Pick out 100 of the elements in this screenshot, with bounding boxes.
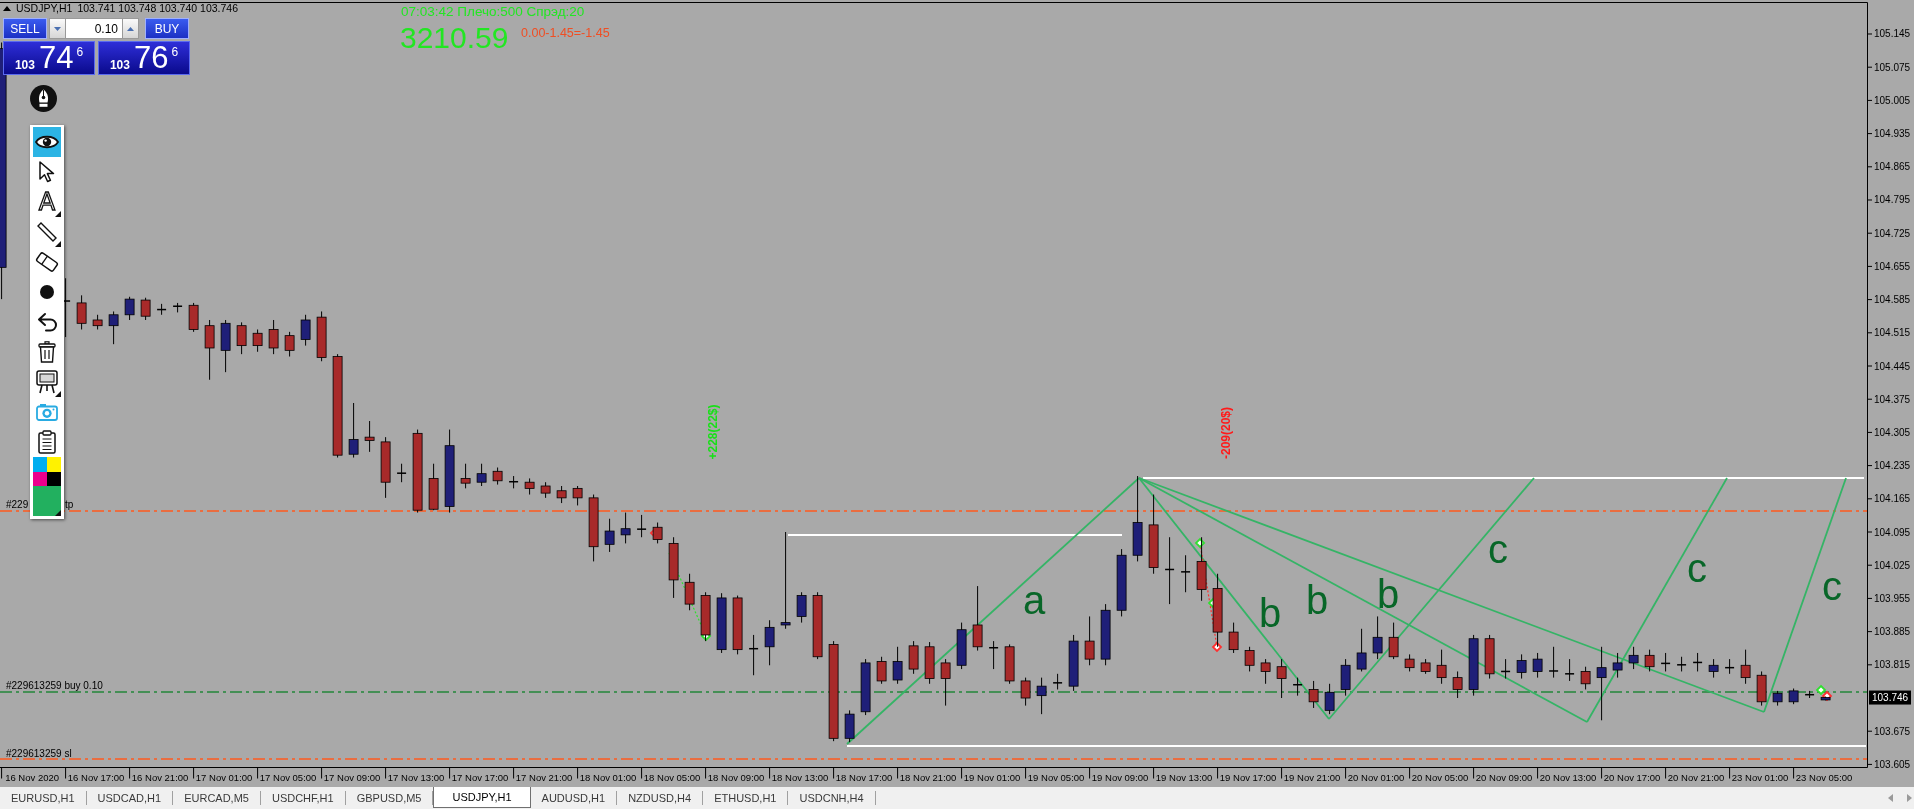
candle bbox=[1484, 634, 1495, 680]
candle bbox=[796, 591, 807, 624]
price-label: 104.375 bbox=[1874, 393, 1911, 405]
color-swatch[interactable] bbox=[33, 457, 47, 472]
candle bbox=[1772, 690, 1783, 707]
time-label: 20 Nov 17:00 bbox=[1603, 772, 1661, 783]
candle bbox=[1165, 536, 1175, 605]
time-label: 19 Nov 17:00 bbox=[1219, 772, 1277, 783]
candle bbox=[1196, 536, 1207, 602]
candle bbox=[300, 314, 311, 347]
time-label: 20 Nov 05:00 bbox=[1411, 772, 1469, 783]
candle bbox=[764, 619, 775, 666]
current-color-swatch[interactable] bbox=[33, 486, 61, 516]
easel-tool-button[interactable] bbox=[33, 367, 61, 397]
candle bbox=[1708, 658, 1719, 679]
text-tool-button[interactable]: A bbox=[33, 187, 61, 217]
price-label: 105.005 bbox=[1874, 94, 1911, 106]
candle bbox=[173, 302, 183, 313]
price-label: 104.095 bbox=[1874, 526, 1911, 538]
price-label: 104.165 bbox=[1874, 493, 1911, 505]
symbol-tab[interactable]: NZDUSD,H4 bbox=[617, 791, 704, 805]
price-label: 103.885 bbox=[1874, 626, 1911, 638]
candle bbox=[1053, 673, 1063, 690]
candle bbox=[1244, 646, 1255, 672]
candle bbox=[1324, 683, 1335, 715]
symbol-tab[interactable]: USDJPY,H1 bbox=[433, 787, 531, 808]
candle bbox=[684, 573, 695, 611]
sell-button[interactable]: SELL bbox=[3, 18, 47, 39]
candle bbox=[1661, 652, 1671, 672]
eye-icon bbox=[35, 134, 59, 150]
wave-label: a bbox=[1022, 578, 1046, 622]
candle bbox=[1372, 615, 1383, 660]
candle bbox=[509, 475, 519, 489]
color-swatch[interactable] bbox=[47, 472, 61, 486]
price-label: 104.585 bbox=[1874, 294, 1911, 306]
candle bbox=[492, 467, 503, 486]
chart-symbol: USDJPY,H1 bbox=[16, 2, 73, 14]
price-label: 104.935 bbox=[1874, 128, 1911, 140]
current-price-label: 103.746 bbox=[1869, 690, 1911, 705]
candle bbox=[1612, 652, 1623, 679]
wave-label: c bbox=[1488, 527, 1508, 571]
dot-icon bbox=[40, 285, 54, 299]
candle bbox=[1532, 652, 1543, 679]
candle bbox=[268, 319, 279, 355]
lot-decrease-button[interactable] bbox=[49, 18, 66, 39]
price-label: 104.655 bbox=[1874, 260, 1911, 272]
eye-tool-button[interactable] bbox=[33, 127, 61, 157]
wave-label: b bbox=[1305, 578, 1329, 622]
pen-nib-icon[interactable] bbox=[30, 85, 57, 112]
candle bbox=[972, 585, 983, 652]
candle bbox=[1725, 658, 1735, 675]
candle bbox=[1693, 652, 1703, 672]
caret-up-icon[interactable] bbox=[3, 5, 11, 11]
candle bbox=[61, 277, 71, 338]
candle bbox=[1308, 680, 1319, 709]
candle bbox=[140, 297, 151, 321]
easel-icon bbox=[36, 370, 58, 394]
price-label: 104.865 bbox=[1874, 161, 1911, 173]
symbol-tab[interactable]: USDCAD,H1 bbox=[86, 791, 174, 805]
price-label: 103.675 bbox=[1874, 725, 1911, 737]
candle bbox=[1004, 643, 1015, 685]
price-label: 104.445 bbox=[1874, 360, 1911, 372]
price-label: 103.815 bbox=[1874, 659, 1911, 671]
candle bbox=[1068, 634, 1079, 692]
price-label: 104.025 bbox=[1874, 559, 1911, 571]
candle bbox=[1181, 554, 1191, 593]
caret-up-icon bbox=[127, 26, 134, 31]
line-icon bbox=[36, 221, 58, 243]
candle bbox=[1404, 653, 1415, 672]
symbol-tab[interactable]: AUDUSD,H1 bbox=[530, 791, 618, 805]
time-label: 17 Nov 05:00 bbox=[259, 772, 317, 783]
candle bbox=[940, 658, 951, 707]
color-swatch[interactable] bbox=[47, 457, 61, 472]
symbol-tab[interactable]: EURUSD,H1 bbox=[0, 791, 87, 805]
profit-formula-text: 0.00-1.45=-1.45 bbox=[521, 26, 610, 40]
buy-button[interactable]: BUY bbox=[145, 18, 189, 39]
candle bbox=[1452, 670, 1463, 699]
lot-increase-button[interactable] bbox=[122, 18, 139, 39]
candle bbox=[1565, 658, 1575, 682]
camera-icon bbox=[36, 403, 58, 421]
trade-result-label: -209(20$) bbox=[1219, 407, 1233, 459]
symbol-tab[interactable]: ETHUSD,H1 bbox=[703, 791, 789, 805]
color-swatch[interactable] bbox=[33, 472, 47, 486]
wave-label: c bbox=[1822, 564, 1842, 608]
candle bbox=[1788, 688, 1799, 705]
time-label: 17 Nov 21:00 bbox=[515, 772, 573, 783]
candle bbox=[1740, 649, 1751, 685]
symbol-tab[interactable]: EURCAD,M5 bbox=[173, 791, 261, 805]
candle bbox=[1356, 628, 1367, 672]
candle bbox=[924, 641, 935, 685]
candle bbox=[1644, 649, 1655, 672]
symbol-tab[interactable]: USDCNH,H4 bbox=[788, 791, 876, 805]
price-label: 103.605 bbox=[1874, 758, 1911, 770]
candle bbox=[380, 436, 391, 499]
price-label: 105.075 bbox=[1874, 61, 1911, 73]
time-label: 18 Nov 13:00 bbox=[771, 772, 829, 783]
time-label: 16 Nov 21:00 bbox=[131, 772, 189, 783]
candle bbox=[348, 402, 359, 459]
lot-size-field[interactable]: 0.10 bbox=[66, 18, 122, 39]
symbol-tab[interactable]: USDCHF,H1 bbox=[260, 791, 346, 805]
